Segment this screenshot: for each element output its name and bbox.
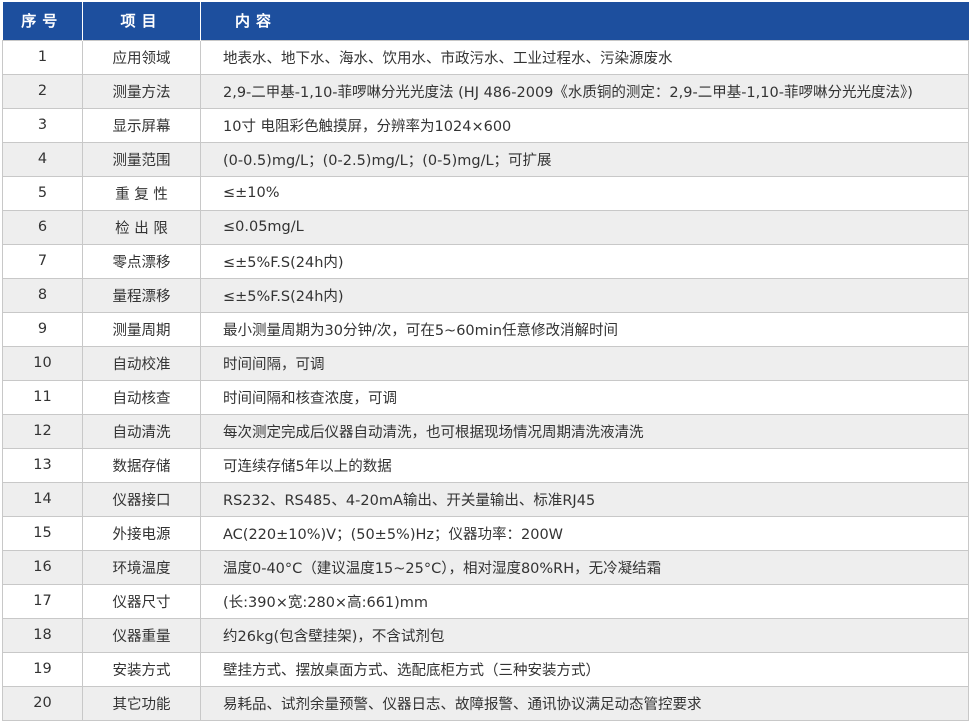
row-number: 7: [2, 243, 83, 279]
row-item: 测量方法: [82, 73, 201, 109]
row-number: 9: [2, 311, 83, 347]
row-item: 检 出 限: [82, 209, 201, 245]
table-row: 1 应用领域 地表水、地下水、海水、饮用水、市政污水、工业过程水、污染源废水: [2, 39, 969, 75]
table-row: 7 零点漂移 ≤±5%F.S(24h内): [2, 243, 969, 279]
table-row: 6检 出 限 ≤0.05mg/L: [2, 209, 969, 245]
row-number: 14: [2, 481, 83, 517]
row-content: AC(220±10%)V；(50±5%)Hz；仪器功率：200W: [200, 515, 969, 551]
row-content: 每次测定完成后仪器自动清洗，也可根据现场情况周期清洗液清洗: [200, 413, 969, 449]
table-row: 9 测量周期 最小测量周期为30分钟/次，可在5~60min任意修改消解时间: [2, 311, 969, 347]
row-item: 环境温度: [82, 549, 201, 585]
row-item: 自动校准: [82, 345, 201, 381]
row-item: 自动核查: [82, 379, 201, 415]
row-number: 10: [2, 345, 83, 381]
row-number: 1: [2, 39, 83, 75]
table-row: 16 环境温度 温度0-40°C（建议温度15~25°C），相对湿度80%RH，无冷…: [2, 549, 969, 585]
row-number: 11: [2, 379, 83, 415]
table-body: 1 应用领域 地表水、地下水、海水、饮用水、市政污水、工业过程水、污染源废水 2 测量方…: [2, 39, 969, 721]
row-item: 零点漂移: [82, 243, 201, 279]
row-content: 10寸 电阻彩色触摸屏，分辨率为1024×600: [200, 107, 969, 143]
table-row: 12 自动清洗 每次测定完成后仪器自动清洗，也可根据现场情况周期清洗液清洗: [2, 413, 969, 449]
row-content: 时间间隔，可调: [200, 345, 969, 381]
row-number: 4: [2, 141, 83, 177]
row-content: (长:390×宽:280×高:661)mm: [200, 583, 969, 619]
row-content: 可连续存储5年以上的数据: [200, 447, 969, 483]
table-row: 17 仪器尺寸 (长:390×宽:280×高:661)mm: [2, 583, 969, 619]
row-item: 显示屏幕: [82, 107, 201, 143]
row-number: 3: [2, 107, 83, 143]
row-content: 壁挂方式、摆放桌面方式、选配底柜方式（三种安装方式）: [200, 651, 969, 687]
row-item: 仪器接口: [82, 481, 201, 517]
table-row: 11 自动核查 时间间隔和核查浓度，可调: [2, 379, 969, 415]
table-row: 8 量程漂移 ≤±5%F.S(24h内): [2, 277, 969, 313]
row-number: 19: [2, 651, 83, 687]
header-item: 项目: [82, 2, 201, 40]
row-item: 外接电源: [82, 515, 201, 551]
row-item: 仪器重量: [82, 617, 201, 653]
row-content: 时间间隔和核查浓度，可调: [200, 379, 969, 415]
table-row: 5重 复 性 ≤±10%: [2, 175, 969, 211]
row-item: 自动清洗: [82, 413, 201, 449]
row-number: 8: [2, 277, 83, 313]
row-number: 2: [2, 73, 83, 109]
row-item: 安装方式: [82, 651, 201, 687]
row-number: 20: [2, 685, 83, 721]
header-no: 序号: [2, 2, 83, 40]
table-row: 19 安装方式 壁挂方式、摆放桌面方式、选配底柜方式（三种安装方式）: [2, 651, 969, 687]
table-row: 10 自动校准 时间间隔，可调: [2, 345, 969, 381]
row-number: 12: [2, 413, 83, 449]
row-content: RS232、RS485、4-20mA输出、开关量输出、标准RJ45: [200, 481, 969, 517]
row-content: ≤0.05mg/L: [200, 209, 969, 245]
table-row: 15 外接电源 AC(220±10%)V；(50±5%)Hz；仪器功率：200W: [2, 515, 969, 551]
row-item: 数据存储: [82, 447, 201, 483]
row-number: 6: [2, 209, 83, 245]
header-row: 序号 项目 内容: [2, 2, 969, 40]
row-item: 应用领域: [82, 39, 201, 75]
row-content: 2,9-二甲基-1,10-菲啰啉分光光度法 (HJ 486-2009《水质铜的测…: [200, 73, 969, 109]
table-header: 序号 项目 内容: [2, 2, 969, 40]
table-row: 18 仪器重量 约26kg(包含壁挂架)，不含试剂包: [2, 617, 969, 653]
row-content: 最小测量周期为30分钟/次，可在5~60min任意修改消解时间: [200, 311, 969, 347]
row-number: 16: [2, 549, 83, 585]
row-number: 5: [2, 175, 83, 211]
row-content: ≤±10%: [200, 175, 969, 211]
row-content: 温度0-40°C（建议温度15~25°C），相对湿度80%RH，无冷凝结霜: [200, 549, 969, 585]
row-item: 仪器尺寸: [82, 583, 201, 619]
row-content: (0-0.5)mg/L；(0-2.5)mg/L；(0-5)mg/L；可扩展: [200, 141, 969, 177]
table-row: 13 数据存储 可连续存储5年以上的数据: [2, 447, 969, 483]
row-number: 18: [2, 617, 83, 653]
table-row: 2 测量方法 2,9-二甲基-1,10-菲啰啉分光光度法 (HJ 486-2009《…: [2, 73, 969, 109]
row-content: ≤±5%F.S(24h内): [200, 277, 969, 313]
row-content: ≤±5%F.S(24h内): [200, 243, 969, 279]
header-content: 内容: [200, 2, 969, 40]
row-number: 17: [2, 583, 83, 619]
row-content: 地表水、地下水、海水、饮用水、市政污水、工业过程水、污染源废水: [200, 39, 969, 75]
row-number: 15: [2, 515, 83, 551]
row-item: 重 复 性: [82, 175, 201, 211]
row-item: 测量周期: [82, 311, 201, 347]
table-row: 14 仪器接口 RS232、RS485、4-20mA输出、开关量输出、标准RJ45: [2, 481, 969, 517]
row-content: 约26kg(包含壁挂架)，不含试剂包: [200, 617, 969, 653]
row-item: 测量范围: [82, 141, 201, 177]
row-item: 量程漂移: [82, 277, 201, 313]
row-number: 13: [2, 447, 83, 483]
spec-table: 序号 项目 内容 1 应用领域 地表水、地下水、海水、饮用水、市政污水、工业过程水、…: [2, 2, 969, 721]
table-row: 3 显示屏幕 10寸 电阻彩色触摸屏，分辨率为1024×600: [2, 107, 969, 143]
row-content: 易耗品、试剂余量预警、仪器日志、故障报警、通讯协议满足动态管控要求: [200, 685, 969, 721]
table-row: 20 其它功能 易耗品、试剂余量预警、仪器日志、故障报警、通讯协议满足动态管控要求: [2, 685, 969, 721]
table-row: 4 测量范围 (0-0.5)mg/L；(0-2.5)mg/L；(0-5)mg/L；可…: [2, 141, 969, 177]
row-item: 其它功能: [82, 685, 201, 721]
